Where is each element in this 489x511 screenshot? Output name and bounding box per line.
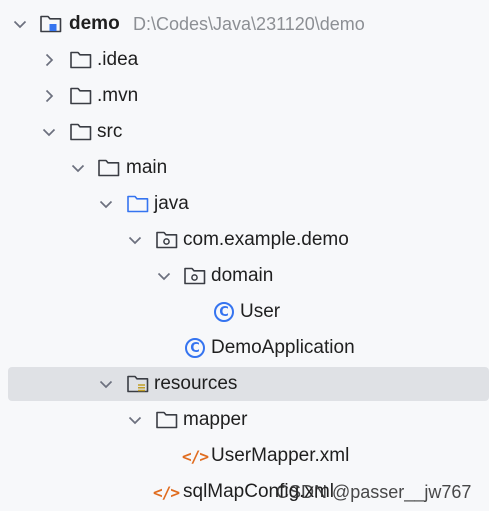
xml-file-icon: </> <box>182 446 209 466</box>
tree-label: UserMapper.xml <box>211 445 350 466</box>
tree-row-demo[interactable]: demo D:\Codes\Java\231120\demo <box>0 6 489 42</box>
folder-icon <box>154 402 180 438</box>
java-class-icon: C <box>182 330 208 366</box>
tree-label: src <box>97 121 123 142</box>
chevron-down-icon[interactable] <box>97 366 115 402</box>
folder-icon <box>68 114 94 150</box>
tree-label: main <box>126 157 168 178</box>
folder-icon <box>68 42 94 78</box>
chevron-down-icon[interactable] <box>97 186 115 222</box>
java-class-icon: C <box>211 294 237 330</box>
chevron-down-icon[interactable] <box>126 402 144 438</box>
xml-file-icon: </> <box>153 482 180 502</box>
tree-label: .mvn <box>97 85 139 106</box>
tree-row-resources[interactable]: resources <box>0 366 489 402</box>
package-icon <box>182 258 208 294</box>
chevron-down-icon[interactable] <box>40 114 58 150</box>
tree-row-usermapper[interactable]: </> UserMapper.xml <box>0 438 489 474</box>
package-icon <box>154 222 180 258</box>
resources-folder-icon <box>125 366 151 402</box>
tree-row-user[interactable]: C User <box>0 294 489 330</box>
chevron-down-icon[interactable] <box>126 222 144 258</box>
tree-label: demo <box>69 13 120 34</box>
tree-label: resources <box>154 373 238 394</box>
tree-row-main[interactable]: main <box>0 150 489 186</box>
tree-row-mapper[interactable]: mapper <box>0 402 489 438</box>
chevron-right-icon[interactable] <box>40 78 58 114</box>
chevron-down-icon[interactable] <box>11 6 29 42</box>
project-path: D:\Codes\Java\231120\demo <box>133 14 365 34</box>
module-folder-icon <box>38 6 64 42</box>
tree-row-domain[interactable]: domain <box>0 258 489 294</box>
folder-icon <box>68 78 94 114</box>
folder-icon <box>96 150 122 186</box>
tree-label: .idea <box>97 49 139 70</box>
tree-label: User <box>240 301 281 322</box>
source-root-folder-icon <box>125 186 151 222</box>
chevron-down-icon[interactable] <box>69 150 87 186</box>
tree-row-idea[interactable]: .idea <box>0 42 489 78</box>
tree-row-mvn[interactable]: .mvn <box>0 78 489 114</box>
tree-label: DemoApplication <box>211 337 355 358</box>
tree-row-src[interactable]: src <box>0 114 489 150</box>
tree-row-package[interactable]: com.example.demo <box>0 222 489 258</box>
tree-label: domain <box>211 265 274 286</box>
tree-row-demoapplication[interactable]: C DemoApplication <box>0 330 489 366</box>
tree-label: java <box>154 193 189 214</box>
tree-row-java[interactable]: java <box>0 186 489 222</box>
chevron-down-icon[interactable] <box>155 258 173 294</box>
tree-label: mapper <box>183 409 248 430</box>
chevron-right-icon[interactable] <box>40 42 58 78</box>
tree-label: com.example.demo <box>183 229 349 250</box>
watermark-text: CSDN @passer__jw767 <box>276 482 472 502</box>
